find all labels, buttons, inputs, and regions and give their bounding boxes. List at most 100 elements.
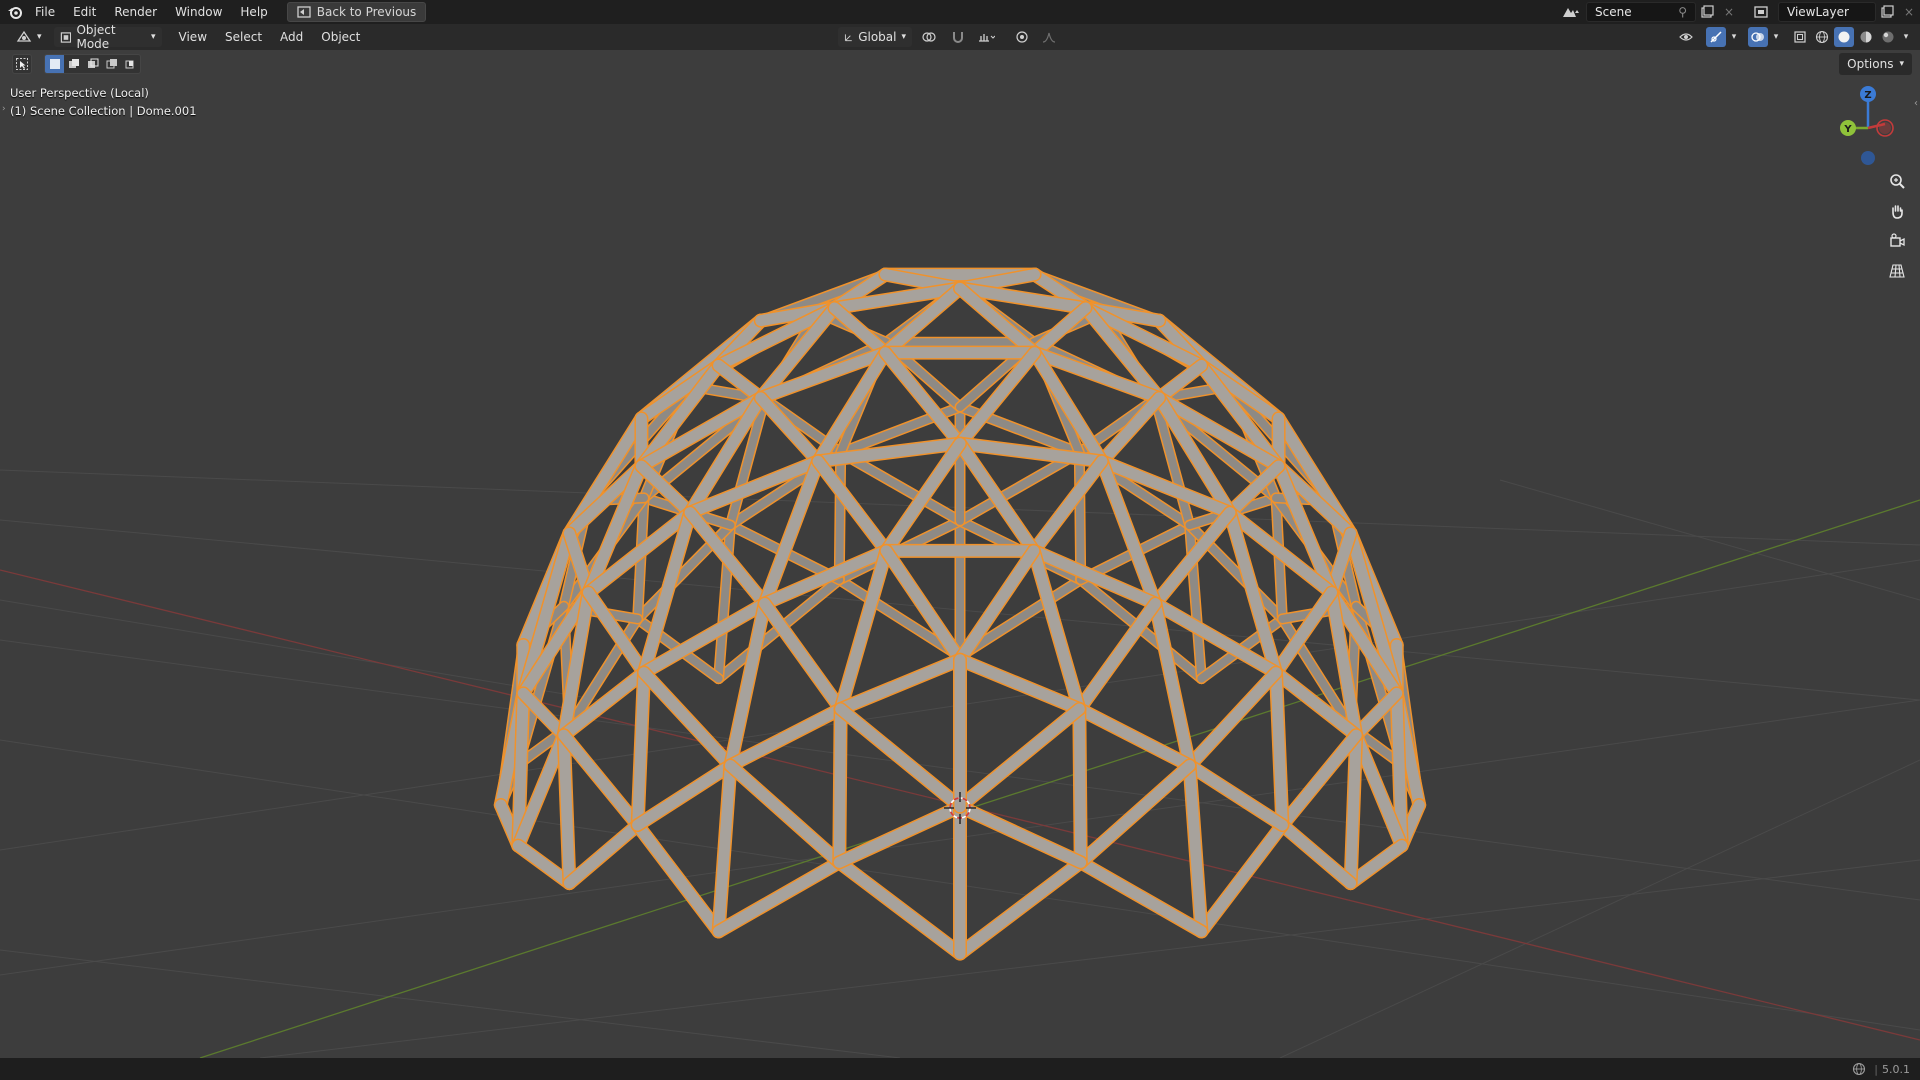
dome-strut <box>833 703 847 868</box>
collection-label: (1) Scene Collection | Dome.001 <box>10 104 197 118</box>
menu-file[interactable]: File <box>26 0 64 24</box>
blender-logo-icon[interactable] <box>4 2 26 22</box>
top-menu-bar: File Edit Render Window Help Back to Pre… <box>0 0 1920 24</box>
menu-select[interactable]: Select <box>216 30 271 44</box>
dome-strut <box>1184 667 1282 772</box>
dome-strut <box>1184 760 1288 831</box>
menu-render[interactable]: Render <box>105 0 166 24</box>
dome-strut <box>638 667 736 772</box>
sidebar-expand-icon[interactable]: › <box>2 104 6 114</box>
proportional-editing-icon[interactable] <box>1012 27 1032 47</box>
grid-line <box>0 949 901 1058</box>
menu-view[interactable]: View <box>170 30 216 44</box>
3d-viewport-icon <box>16 30 32 42</box>
toggle-perspective-icon[interactable] <box>1884 258 1910 284</box>
new-view-layer-icon[interactable] <box>1876 2 1898 22</box>
overlays-menu-chevron-icon[interactable]: ▾ <box>1770 27 1782 47</box>
shading-material-icon[interactable] <box>1856 27 1876 47</box>
transform-tools: Global ▾ <box>838 24 1064 50</box>
object-mode-icon <box>60 31 71 43</box>
dome-strut <box>1073 703 1087 868</box>
dome-strut <box>1276 729 1362 831</box>
object-mode-dropdown[interactable]: Object Mode ▾ <box>53 23 162 51</box>
pan-hand-icon[interactable] <box>1884 198 1910 224</box>
dome-strut <box>1270 667 1288 831</box>
show-overlays-icon[interactable] <box>1748 27 1768 47</box>
selection-mode-group <box>44 54 141 74</box>
dome-strut <box>835 448 845 584</box>
menu-add[interactable]: Add <box>271 30 312 44</box>
viewport-header: ▾ Object Mode ▾ View Select Add Object G… <box>0 23 1920 51</box>
menu-help[interactable]: Help <box>231 0 276 24</box>
dome-strut <box>1195 819 1288 937</box>
menu-object[interactable]: Object <box>312 30 369 44</box>
editor-type-dropdown[interactable]: ▾ <box>10 27 48 47</box>
scene-icon[interactable] <box>1556 2 1586 22</box>
dome-strut <box>1075 448 1085 584</box>
shading-wireframe-icon[interactable] <box>1812 27 1832 47</box>
select-intersect-icon[interactable] <box>121 55 140 73</box>
snap-toggle-icon[interactable] <box>948 27 968 47</box>
3d-viewport[interactable] <box>0 50 1920 1058</box>
camera-view-icon[interactable] <box>1884 228 1910 254</box>
scene-name-field[interactable]: Scene ⚲ <box>1586 2 1696 22</box>
menu-window[interactable]: Window <box>166 0 231 24</box>
shading-rendered-icon[interactable] <box>1878 27 1898 47</box>
menu-edit[interactable]: Edit <box>64 0 105 24</box>
dome-strut <box>632 667 650 831</box>
dome-strut <box>954 545 1040 666</box>
grid-line <box>1499 479 1920 601</box>
gizmo-menu-chevron-icon[interactable]: ▾ <box>1728 27 1740 47</box>
dome-strut <box>829 302 891 359</box>
dome-strut <box>632 819 725 937</box>
object-mode-label: Object Mode <box>76 23 116 51</box>
chevron-down-icon: ▾ <box>1899 59 1904 69</box>
chevron-down-icon: ▾ <box>37 32 42 42</box>
navigation-gizmo[interactable]: Y Z <box>1825 82 1905 172</box>
select-extend-icon[interactable] <box>64 55 83 73</box>
dome-strut <box>713 760 736 937</box>
options-label: Options <box>1847 57 1894 71</box>
object-type-visibility-icon[interactable] <box>1674 27 1704 47</box>
grid-line <box>1279 759 1920 1058</box>
show-gizmo-icon[interactable] <box>1706 27 1726 47</box>
sidebar-toggle-icon[interactable]: ‹ <box>1914 98 1918 109</box>
back-window-icon <box>297 6 311 18</box>
shading-solid-icon[interactable] <box>1834 27 1854 47</box>
proportional-falloff-icon[interactable] <box>1036 27 1064 47</box>
grid-line <box>0 599 601 701</box>
view-layer-icon[interactable] <box>1748 2 1778 22</box>
dome-strut <box>1029 302 1091 359</box>
shading-menu-chevron-icon[interactable]: ▾ <box>1900 27 1912 47</box>
zoom-icon[interactable] <box>1884 168 1910 194</box>
gizmo-y-label: Y <box>1843 124 1852 135</box>
delete-scene-icon[interactable]: × <box>1718 2 1740 22</box>
view-layer-field[interactable]: ViewLayer <box>1778 2 1876 22</box>
blender-window: File Edit Render Window Help Back to Pre… <box>0 0 1920 1080</box>
pivot-point-icon[interactable] <box>916 27 944 47</box>
back-to-previous-button[interactable]: Back to Previous <box>286 2 427 22</box>
dome-mesh[interactable] <box>493 267 1427 961</box>
dome-strut <box>558 729 644 831</box>
options-dropdown[interactable]: Options ▾ <box>1839 53 1912 75</box>
select-subtract-icon[interactable] <box>83 55 102 73</box>
tool-settings-row <box>12 53 141 75</box>
dome-strut <box>954 856 1087 960</box>
dome-strut <box>724 760 845 868</box>
perspective-label: User Perspective (Local) <box>10 86 149 100</box>
gizmo-z-label: Z <box>1864 90 1871 101</box>
orientation-dropdown[interactable]: Global ▾ <box>838 27 912 47</box>
chevron-down-icon: ▾ <box>901 32 906 42</box>
select-invert-icon[interactable] <box>102 55 121 73</box>
snap-increment-icon[interactable] <box>972 27 1000 47</box>
dome-strut <box>1345 729 1362 889</box>
delete-view-layer-icon[interactable]: × <box>1898 2 1920 22</box>
select-new-icon[interactable] <box>45 55 64 73</box>
view-layer-name: ViewLayer <box>1787 5 1849 19</box>
pin-icon[interactable]: ⚲ <box>1678 5 1687 19</box>
network-globe-icon[interactable] <box>1852 1062 1866 1076</box>
toggle-xray-icon[interactable] <box>1790 27 1810 47</box>
new-scene-icon[interactable] <box>1696 2 1718 22</box>
select-tool-icon[interactable] <box>12 54 32 74</box>
scene-name: Scene <box>1595 5 1632 19</box>
